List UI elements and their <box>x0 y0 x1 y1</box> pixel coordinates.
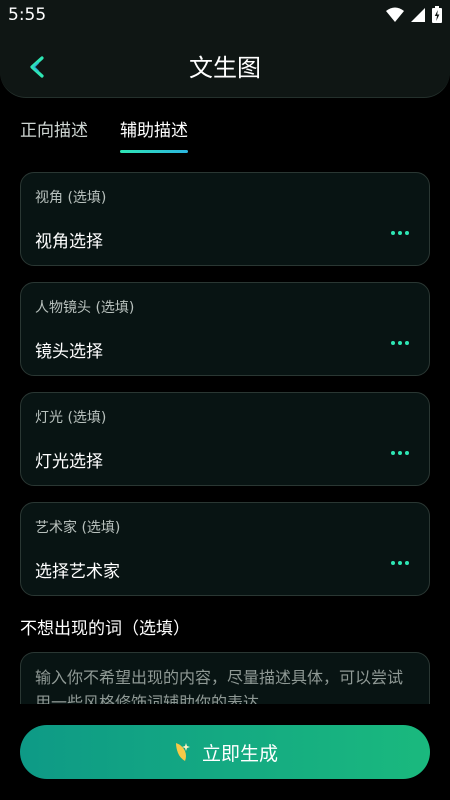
negative-words-input[interactable]: 输入你不希望出现的内容，尽量描述具体，可以尝试用一些风格修饰词辅助你的表达 <box>20 652 430 704</box>
option-label: 艺术家 (选填) <box>35 520 121 536</box>
option-card-lighting[interactable]: 灯光 (选填) 灯光选择 <box>20 392 430 486</box>
more-dot <box>391 561 395 565</box>
screen: 5:55 文生图 正向描述 辅助描述 视角 (选填) 视角选择 人物镜头 (选填… <box>0 0 450 800</box>
option-label: 灯光 (选填) <box>35 410 107 426</box>
more-dot <box>391 341 395 345</box>
more-dot <box>398 231 402 235</box>
active-tab-indicator <box>120 150 188 153</box>
more-dot <box>391 451 395 455</box>
more-icon[interactable] <box>391 231 409 235</box>
negative-words-placeholder: 输入你不希望出现的内容，尽量描述具体，可以尝试用一些风格修饰词辅助你的表达 <box>35 668 404 704</box>
more-dot <box>398 451 402 455</box>
status-icons <box>386 6 442 23</box>
generate-label: 立即生成 <box>201 742 278 765</box>
more-dot <box>405 451 409 455</box>
tab-positive-description[interactable]: 正向描述 <box>20 116 88 153</box>
battery-icon <box>432 6 442 23</box>
tab-label: 正向描述 <box>20 121 88 141</box>
option-value: 灯光选择 <box>35 452 103 472</box>
option-card-view-angle[interactable]: 视角 (选填) 视角选择 <box>20 172 430 266</box>
status-bar: 5:55 <box>0 0 450 32</box>
app-header: 5:55 文生图 <box>0 0 450 98</box>
negative-words-title: 不想出现的词（选填） <box>20 619 190 639</box>
option-value: 视角选择 <box>35 232 103 252</box>
option-card-character-shot[interactable]: 人物镜头 (选填) 镜头选择 <box>20 282 430 376</box>
option-value: 选择艺术家 <box>35 562 120 582</box>
more-dot <box>405 341 409 345</box>
more-dot <box>405 561 409 565</box>
tab-bar: 正向描述 辅助描述 <box>20 116 188 153</box>
wifi-icon <box>386 7 404 22</box>
more-icon[interactable] <box>391 341 409 345</box>
option-label: 视角 (选填) <box>35 190 107 206</box>
more-dot <box>405 231 409 235</box>
more-dot <box>398 561 402 565</box>
more-dot <box>391 231 395 235</box>
page-title: 文生图 <box>189 54 261 82</box>
tab-auxiliary-description[interactable]: 辅助描述 <box>120 116 188 153</box>
generate-now-button[interactable]: 立即生成 <box>20 725 430 779</box>
tab-label: 辅助描述 <box>120 121 188 141</box>
option-label: 人物镜头 (选填) <box>35 300 135 316</box>
option-card-artist[interactable]: 艺术家 (选填) 选择艺术家 <box>20 502 430 596</box>
more-dot <box>398 341 402 345</box>
status-time: 5:55 <box>8 5 47 25</box>
more-icon[interactable] <box>391 561 409 565</box>
signal-icon <box>411 7 425 22</box>
bottom-action-bar: 立即生成 <box>0 704 450 800</box>
more-icon[interactable] <box>391 451 409 455</box>
option-value: 镜头选择 <box>35 342 103 362</box>
sparkle-icon <box>175 743 190 761</box>
